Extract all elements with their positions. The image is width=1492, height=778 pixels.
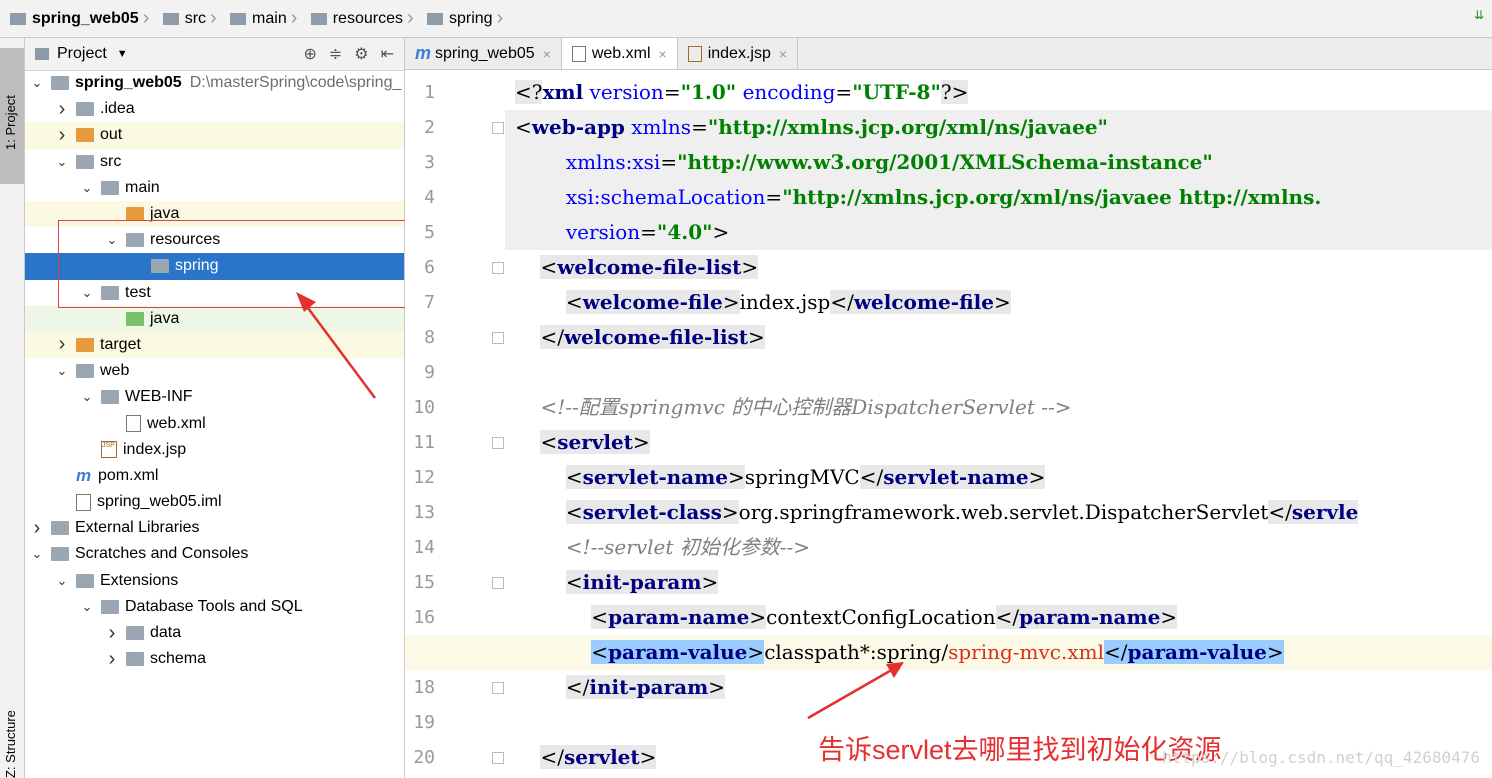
annotation-note: 告诉servlet去哪里找到初始化资源 bbox=[818, 735, 1222, 765]
arrowhead-icon bbox=[296, 292, 316, 312]
arrow-to-spring-folder bbox=[300, 299, 377, 399]
arrow-to-classpath bbox=[807, 666, 896, 720]
annotation-arrows bbox=[296, 292, 904, 720]
watermark: https://blog.csdn.net/qq_42680476 bbox=[1162, 748, 1480, 767]
arrowhead-icon bbox=[886, 662, 904, 678]
